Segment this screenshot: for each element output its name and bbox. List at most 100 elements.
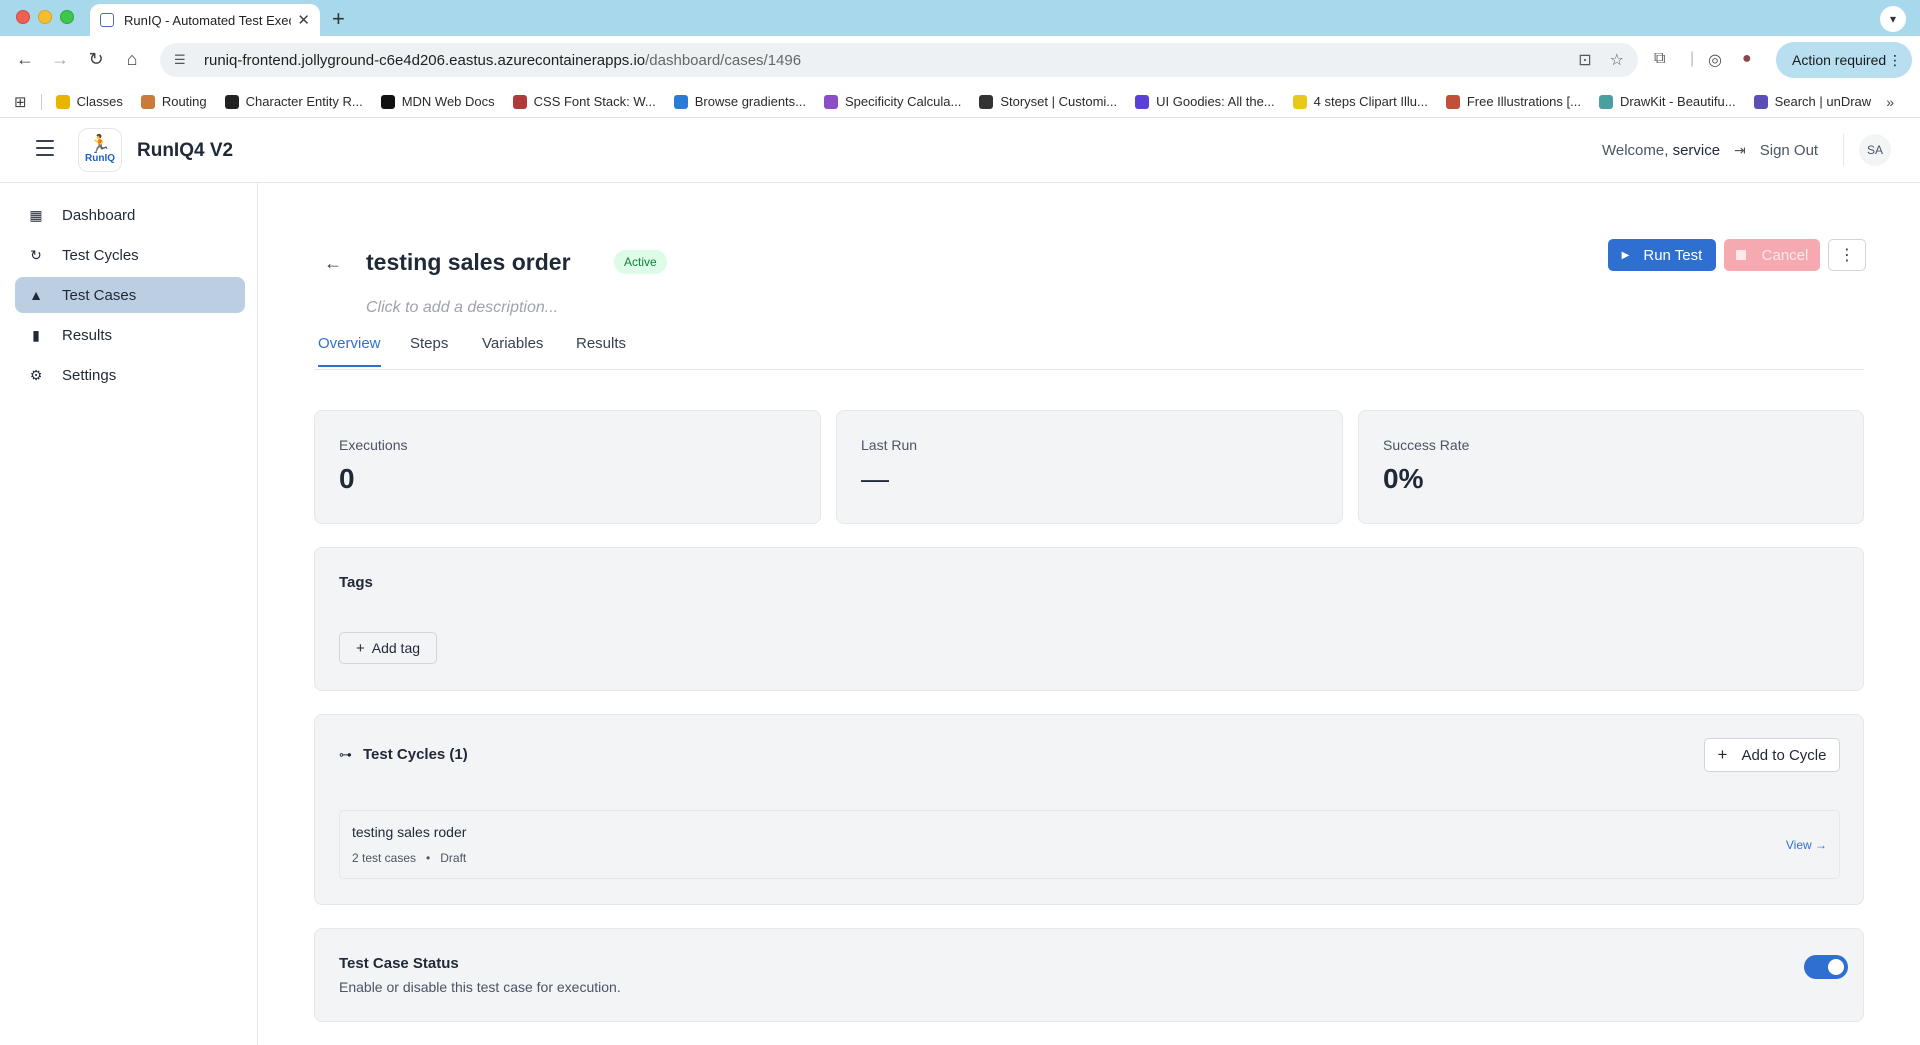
stat-label: Success Rate xyxy=(1383,437,1470,453)
add-tag-button[interactable]: + Add tag xyxy=(339,632,437,664)
kebab-menu-icon: ⋮ xyxy=(1839,247,1855,264)
more-options-button[interactable]: ⋮ xyxy=(1828,239,1866,271)
home-icon[interactable]: ⌂ xyxy=(120,49,144,70)
bookmark-favicon-icon xyxy=(512,94,527,109)
sidebar-item-label: Dashboard xyxy=(62,206,136,224)
page-title[interactable]: testing sales order xyxy=(366,249,571,276)
bookmark-item[interactable]: Character Entity R... xyxy=(224,94,363,109)
bookmark-item[interactable]: Browse gradients... xyxy=(673,94,806,109)
browser-tab-title: RunIQ - Automated Test Exec xyxy=(124,12,292,28)
maximize-window-button[interactable] xyxy=(60,10,74,24)
close-tab-icon[interactable]: ✕ xyxy=(297,11,310,29)
hamburger-menu-icon[interactable] xyxy=(36,140,54,161)
bookmark-item[interactable]: Classes xyxy=(55,94,123,109)
kebab-menu-icon: ⋮ xyxy=(1888,51,1902,68)
dashboard-icon: ▦ xyxy=(29,206,43,223)
profile-icon[interactable]: ● xyxy=(1742,50,1752,68)
browser-tab-active[interactable]: RunIQ - Automated Test Exec ✕ xyxy=(90,4,320,36)
bookmark-favicon-icon xyxy=(140,94,155,109)
tab-overview[interactable]: Overview xyxy=(318,335,381,367)
bookmark-favicon-icon xyxy=(55,94,70,109)
forward-arrow-icon[interactable]: → xyxy=(48,49,72,70)
cancel-button[interactable]: Cancel xyxy=(1724,239,1820,271)
add-tag-label: Add tag xyxy=(371,640,421,656)
more-bookmarks-icon[interactable]: » xyxy=(1886,94,1894,110)
bookmark-item[interactable]: 4 steps Clipart Illu... xyxy=(1292,94,1428,109)
extensions-icon[interactable]: ⧉ xyxy=(1654,50,1665,68)
description-field[interactable]: Click to add a description... xyxy=(366,299,558,317)
bookmark-item[interactable]: MDN Web Docs xyxy=(380,94,495,109)
bookmark-label: Classes xyxy=(76,94,123,109)
run-test-button[interactable]: ▶ Run Test xyxy=(1608,239,1716,271)
sidebar-item-test-cases[interactable]: ▲ Test Cases xyxy=(15,277,245,313)
add-to-cycle-button[interactable]: + Add to Cycle xyxy=(1704,738,1840,772)
cycle-name: testing sales roder xyxy=(352,824,467,840)
status-badge: Active xyxy=(614,250,667,274)
toggle-knob xyxy=(1828,959,1844,975)
sign-out-button[interactable]: ⇥ Sign Out xyxy=(1734,142,1818,159)
extension-icon[interactable]: ◎ xyxy=(1708,50,1722,70)
test-cycles-title: Test Cycles (1) xyxy=(363,746,468,763)
stop-icon xyxy=(1735,250,1746,260)
tags-title: Tags xyxy=(339,574,373,591)
last-run-card: Last Run — xyxy=(836,410,1343,524)
back-arrow-icon[interactable]: ← xyxy=(324,253,342,274)
bookmark-label: MDN Web Docs xyxy=(401,94,495,109)
sidebar-item-settings[interactable]: ⚙ Settings xyxy=(15,357,245,393)
sidebar-item-label: Test Cases xyxy=(62,286,137,304)
list-item[interactable]: testing sales roder 2 test cases • Draft V… xyxy=(339,810,1840,879)
runner-icon: 🏃 xyxy=(88,134,112,154)
stat-value: 0 xyxy=(339,463,355,494)
bookmark-favicon-icon xyxy=(1753,94,1768,109)
sidebar-item-test-cycles[interactable]: ↻ Test Cycles xyxy=(15,237,245,273)
page-favicon-icon xyxy=(100,13,114,27)
bookmark-item[interactable]: Search | unDraw xyxy=(1753,94,1871,109)
bookmark-label: DrawKit - Beautifu... xyxy=(1619,94,1736,109)
sidebar-item-dashboard[interactable]: ▦ Dashboard xyxy=(15,197,245,233)
bookmark-item[interactable]: UI Goodies: All the... xyxy=(1135,94,1275,109)
stat-label: Executions xyxy=(339,437,408,453)
tab-results[interactable]: Results xyxy=(576,335,626,365)
sign-out-icon: ⇥ xyxy=(1734,142,1746,158)
bookmark-favicon-icon xyxy=(224,94,239,109)
avatar[interactable]: SA xyxy=(1859,134,1891,166)
main-content: ← testing sales order Active ▶ Run Test … xyxy=(258,183,1920,1045)
bar-chart-icon: ▮ xyxy=(32,326,40,343)
address-bar[interactable]: ☰ runiq-frontend.jollyground-c6e4d206.ea… xyxy=(160,43,1638,77)
stat-value: — xyxy=(861,463,889,494)
executions-card: Executions 0 xyxy=(314,410,821,524)
site-settings-icon[interactable]: ☰ xyxy=(174,52,192,68)
apps-grid-icon[interactable]: ⊞ xyxy=(14,93,27,111)
view-cycle-link[interactable]: View → xyxy=(1786,838,1827,852)
sign-out-label: Sign Out xyxy=(1759,142,1819,159)
bookmark-item[interactable]: Storyset | Customi... xyxy=(979,94,1117,109)
chevron-down-icon[interactable]: ▾ xyxy=(1880,6,1906,32)
refresh-icon: ↻ xyxy=(30,246,42,263)
new-tab-icon[interactable]: + xyxy=(332,6,345,32)
bookmark-favicon-icon xyxy=(1598,94,1613,109)
tab-variables[interactable]: Variables xyxy=(482,335,543,365)
action-required-button[interactable]: Action required ⋮ xyxy=(1776,42,1912,78)
browser-chrome: RunIQ - Automated Test Exec ✕ + ▾ ← → ↻ … xyxy=(0,0,1920,118)
sidebar-item-results[interactable]: ▮ Results xyxy=(15,317,245,353)
hierarchy-icon: ⊶ xyxy=(339,747,352,762)
tags-card: Tags + Add tag xyxy=(314,547,1864,691)
bookmark-favicon-icon xyxy=(1135,94,1150,109)
bookmark-item[interactable]: DrawKit - Beautifu... xyxy=(1598,94,1736,109)
close-window-button[interactable] xyxy=(16,10,30,24)
flask-icon: ▲ xyxy=(29,287,43,303)
bookmark-label: UI Goodies: All the... xyxy=(1156,94,1275,109)
bookmark-item[interactable]: Specificity Calcula... xyxy=(824,94,961,109)
run-test-label: Run Test xyxy=(1643,246,1703,264)
bookmark-item[interactable]: Routing xyxy=(140,94,207,109)
bookmark-item[interactable]: CSS Font Stack: W... xyxy=(512,94,656,109)
back-arrow-icon[interactable]: ← xyxy=(13,49,37,70)
bookmark-star-icon[interactable]: ☆ xyxy=(1610,50,1624,70)
install-app-icon[interactable]: ⊡ xyxy=(1578,50,1591,70)
tab-steps[interactable]: Steps xyxy=(410,335,448,365)
bookmark-item[interactable]: Free Illustrations [... xyxy=(1445,94,1581,109)
action-required-label: Action required xyxy=(1792,52,1887,68)
status-toggle[interactable] xyxy=(1804,955,1848,979)
minimize-window-button[interactable] xyxy=(38,10,52,24)
reload-icon[interactable]: ↻ xyxy=(84,49,108,70)
